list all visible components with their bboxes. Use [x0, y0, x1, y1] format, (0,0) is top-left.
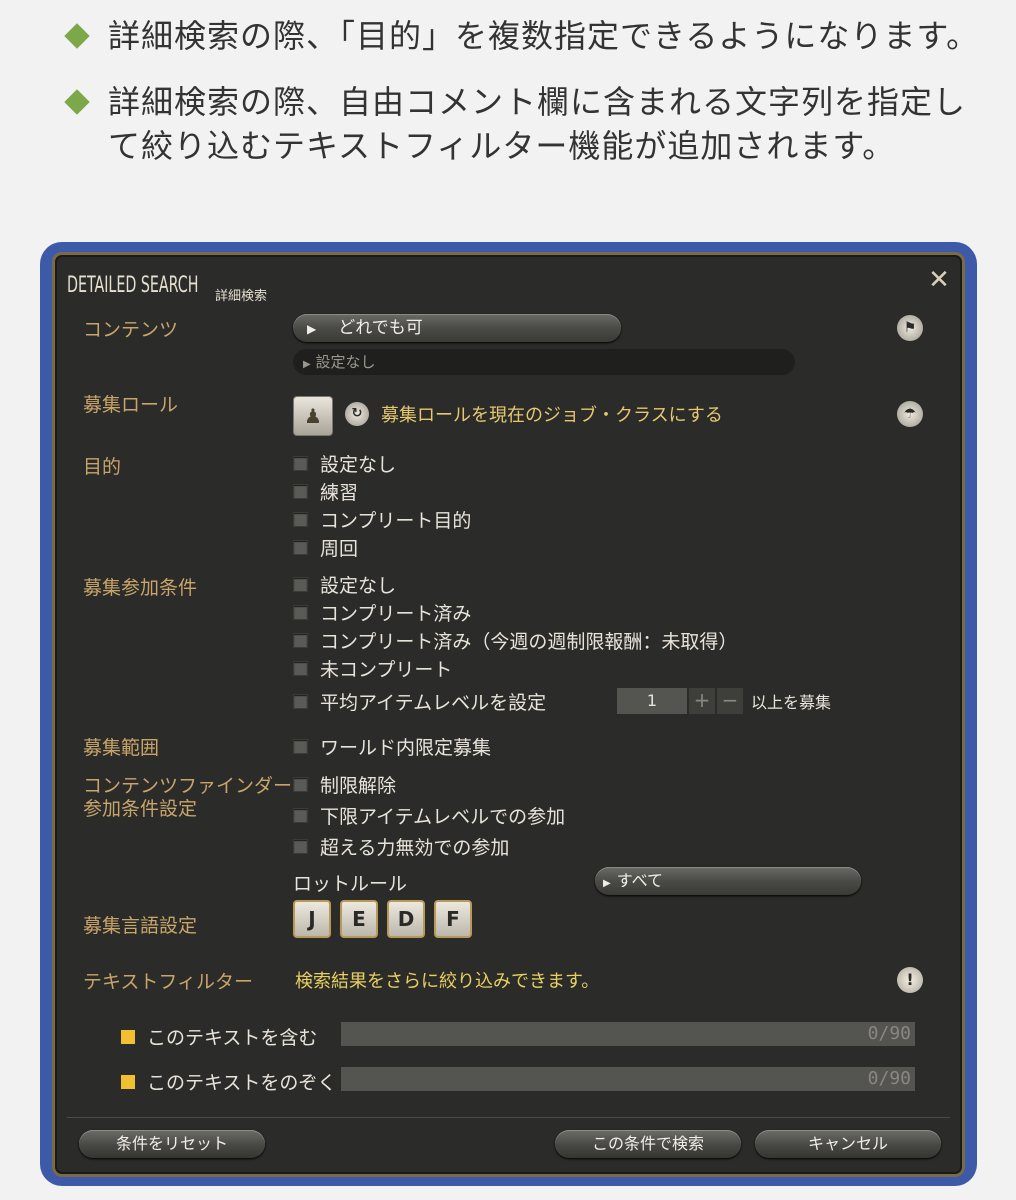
divider [67, 1117, 950, 1118]
increment-button[interactable]: + [689, 688, 715, 714]
checkbox[interactable] [293, 484, 308, 499]
condition-option[interactable]: コンプリート済み [293, 599, 471, 626]
checkbox[interactable] [293, 777, 308, 792]
content-sub-dropdown[interactable]: ▶ 設定なし [293, 349, 795, 375]
finder-option[interactable]: 下限アイテムレベルでの参加 [293, 802, 565, 829]
finder-label-line2: 参加条件設定 [83, 798, 198, 820]
close-icon[interactable]: ✕ [926, 267, 952, 293]
item-level-input[interactable]: 1 [617, 688, 687, 714]
role-icon[interactable]: ♟ [293, 396, 333, 436]
purpose-option[interactable]: コンプリート目的 [293, 506, 471, 533]
condition-option[interactable]: 平均アイテムレベルを設定 [293, 688, 546, 715]
purpose-label: 目的 [83, 456, 122, 478]
diamond-bullet-icon [64, 89, 90, 115]
condition-option[interactable]: 設定なし [293, 571, 396, 598]
checkbox[interactable] [293, 456, 308, 471]
purpose-option[interactable]: 練習 [293, 478, 358, 505]
detailed-search-window: DETAILED SEARCH 詳細検索 ✕ コンテンツ ▶ どれでも可 ▶ 設定… [52, 252, 965, 1177]
item-level-suffix: 以上を募集 [751, 693, 832, 712]
note-item: 詳細検索の際、「目的」を複数指定できるようになります。 [60, 14, 980, 58]
checkbox[interactable] [293, 808, 308, 823]
checkbox[interactable] [293, 694, 308, 709]
role-label: 募集ロール [83, 394, 179, 416]
condition-option[interactable]: コンプリート済み（今週の週制限報酬：未取得） [293, 627, 737, 654]
lang-button-j[interactable]: J [293, 900, 331, 938]
checkbox[interactable] [293, 540, 308, 555]
exclamation-icon: ! [897, 967, 923, 993]
finder-option[interactable]: 超える力無効での参加 [293, 833, 509, 860]
note-item: 詳細検索の際、自由コメント欄に含まれる文字列を指定して絞り込むテキストフィルター… [60, 80, 980, 168]
content-dropdown[interactable]: ▶ どれでも可 [293, 314, 621, 342]
checkbox[interactable] [121, 1074, 135, 1089]
window-subtitle: 詳細検索 [215, 289, 268, 304]
checkbox[interactable] [293, 512, 308, 527]
checkbox[interactable] [293, 633, 308, 648]
screenshot-frame: DETAILED SEARCH 詳細検索 ✕ コンテンツ ▶ どれでも可 ▶ 設定… [40, 242, 977, 1186]
checkbox[interactable] [293, 605, 308, 620]
diamond-bullet-icon [64, 23, 90, 49]
decrement-button[interactable]: − [717, 688, 743, 714]
cancel-button[interactable]: キャンセル [755, 1130, 941, 1158]
content-dropdown-value: どれでも可 [338, 318, 423, 338]
condition-option[interactable]: 未コンプリート [293, 655, 452, 682]
window-title: DETAILED SEARCH [67, 273, 199, 298]
play-arrow-icon: ▶ [303, 359, 311, 370]
play-arrow-icon: ▶ [603, 878, 611, 889]
include-text-option[interactable]: このテキストを含む [121, 1023, 317, 1050]
conditions-label: 募集参加条件 [83, 577, 198, 599]
exclude-text-option[interactable]: このテキストをのぞく [121, 1068, 336, 1095]
role-set-current[interactable]: 募集ロールを現在のジョブ・クラスにする [381, 401, 723, 427]
finder-option[interactable]: 制限解除 [293, 771, 396, 798]
content-sub-value: 設定なし [315, 353, 376, 371]
language-label: 募集言語設定 [83, 915, 198, 937]
loot-rule-value: すべて [616, 871, 663, 890]
reset-button[interactable]: 条件をリセット [79, 1130, 265, 1158]
search-button[interactable]: この条件で検索 [555, 1130, 741, 1158]
lang-button-d[interactable]: D [387, 900, 425, 938]
note-text: 詳細検索の際、自由コメント欄に含まれる文字列を指定して絞り込むテキストフィルター… [108, 83, 967, 165]
checkbox[interactable] [293, 739, 308, 754]
note-text: 詳細検索の際、「目的」を複数指定できるようになります。 [108, 17, 980, 55]
checkbox[interactable] [121, 1029, 135, 1044]
lang-button-f[interactable]: F [434, 900, 472, 938]
scope-label: 募集範囲 [83, 737, 160, 759]
exclude-text-count: 0/90 [867, 1068, 911, 1089]
exclude-text-input[interactable]: 0/90 [341, 1067, 915, 1091]
include-text-input[interactable]: 0/90 [341, 1022, 915, 1046]
checkbox[interactable] [293, 661, 308, 676]
refresh-icon[interactable]: ↻ [345, 402, 369, 426]
purpose-option[interactable]: 設定なし [293, 450, 396, 477]
checkbox[interactable] [293, 577, 308, 592]
purpose-option[interactable]: 周回 [293, 534, 358, 561]
checkbox[interactable] [293, 839, 308, 854]
content-label: コンテンツ [83, 319, 179, 341]
loot-rule-label: ロットルール [293, 873, 408, 895]
text-filter-label: テキストフィルター [83, 971, 254, 993]
text-filter-hint: 検索結果をさらに絞り込みできます。 [295, 971, 600, 992]
include-text-count: 0/90 [867, 1023, 911, 1044]
play-arrow-icon: ▶ [307, 322, 317, 336]
notes-list: 詳細検索の際、「目的」を複数指定できるようになります。 詳細検索の際、自由コメン… [60, 14, 980, 190]
loot-rule-dropdown[interactable]: ▶ すべて [595, 867, 861, 895]
scope-option[interactable]: ワールド内限定募集 [293, 733, 491, 760]
content-settings-icon[interactable]: ⚑ [897, 315, 923, 341]
role-help-icon[interactable]: ☂ [897, 401, 923, 427]
lang-button-e[interactable]: E [340, 900, 378, 938]
